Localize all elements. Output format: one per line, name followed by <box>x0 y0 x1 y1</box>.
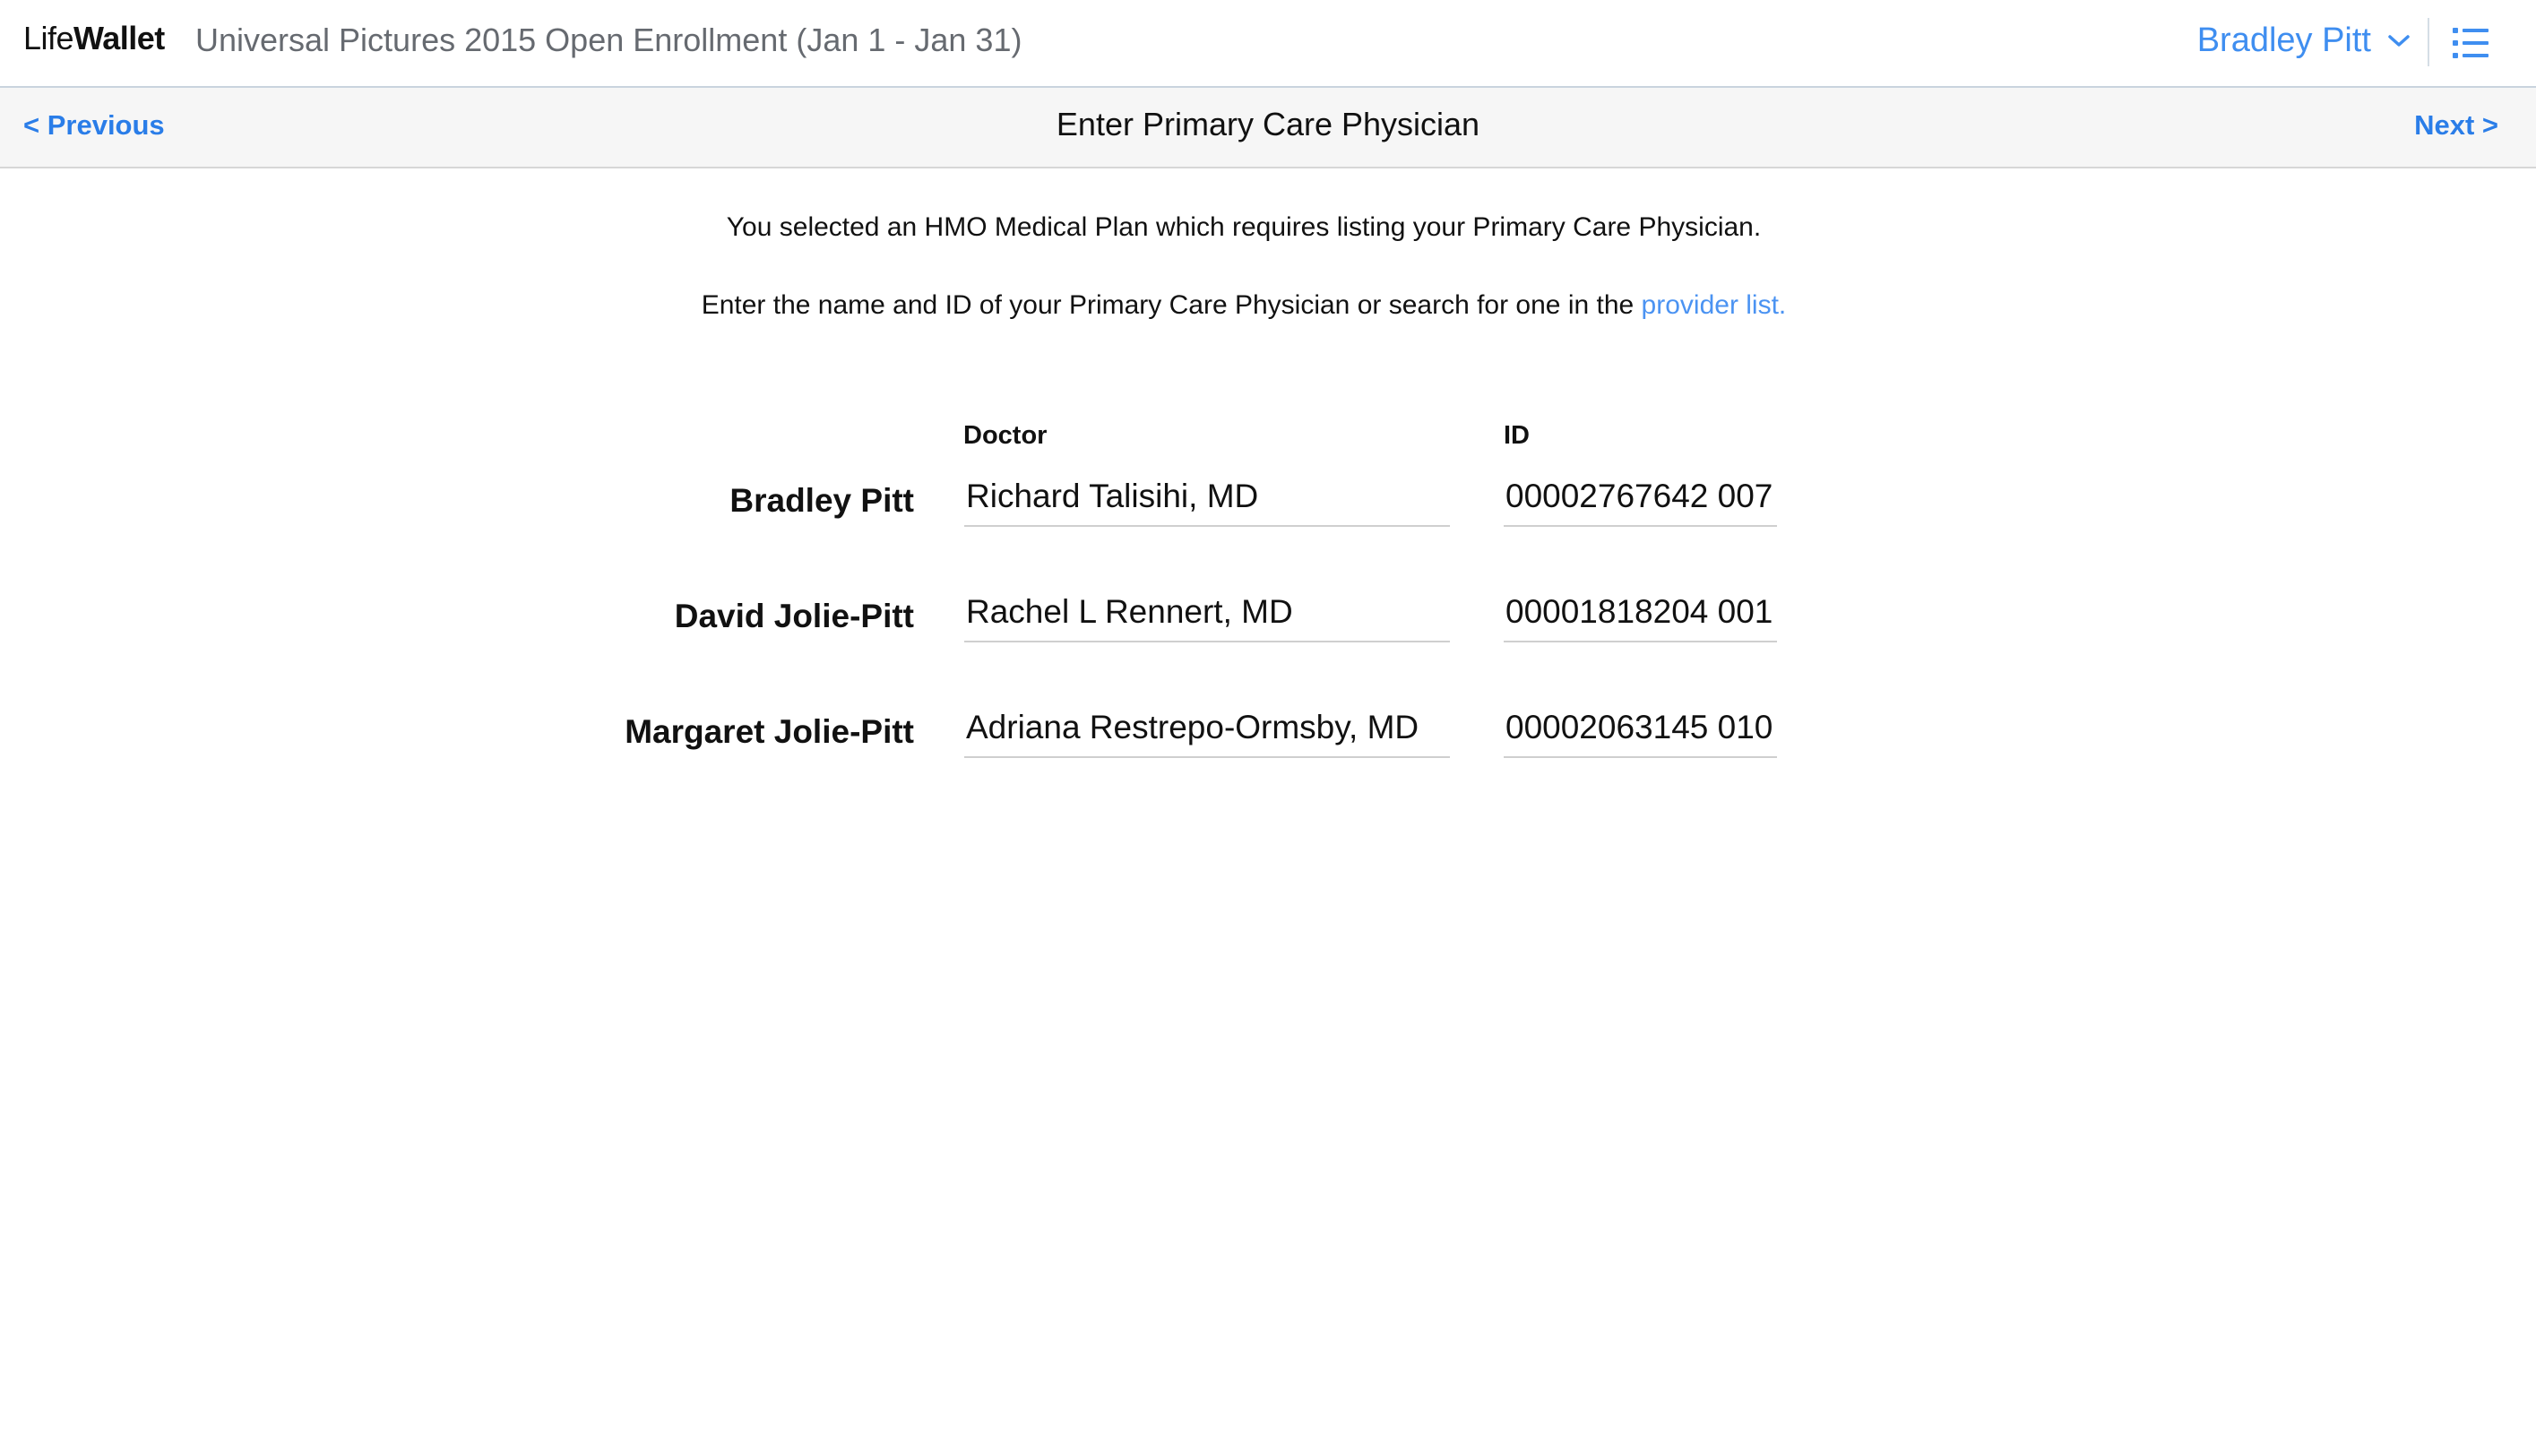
brand-suffix: Wallet <box>73 20 165 56</box>
enrollment-title: Universal Pictures 2015 Open Enrollment … <box>195 22 1022 58</box>
instruction-label: Enter the name and ID of your Primary Ca… <box>701 290 1642 320</box>
list-icon[interactable] <box>2451 25 2490 61</box>
doctor-name-input[interactable] <box>964 471 1450 527</box>
member-name: David Jolie-Pitt <box>674 598 914 634</box>
member-name: Margaret Jolie-Pitt <box>625 713 914 750</box>
user-menu[interactable]: Bradley Pitt <box>2197 22 2411 60</box>
member-row: Margaret Jolie-Pitt <box>0 702 2536 774</box>
doctor-id-input[interactable] <box>1504 587 1777 642</box>
doctor-id-input[interactable] <box>1504 702 1777 758</box>
app-logo[interactable]: LifeWallet <box>23 20 165 57</box>
step-nav-bar: < Previous Enter Primary Care Physician … <box>0 88 2536 168</box>
member-row: Bradley Pitt <box>0 471 2536 543</box>
next-button[interactable]: Next > <box>2414 109 2498 142</box>
top-bar: LifeWallet Universal Pictures 2015 Open … <box>0 0 2536 88</box>
user-name: Bradley Pitt <box>2196 22 2371 59</box>
instruction-text: Enter the name and ID of your Primary Ca… <box>0 290 2488 321</box>
member-row: David Jolie-Pitt <box>0 587 2536 659</box>
doctor-name-input[interactable] <box>964 702 1450 758</box>
intro-text: You selected an HMO Medical Plan which r… <box>726 212 1762 242</box>
doctor-id-input[interactable] <box>1504 471 1777 527</box>
page-title: Enter Primary Care Physician <box>1056 106 1480 142</box>
header-divider <box>2428 18 2429 66</box>
member-name: Bradley Pitt <box>729 482 914 519</box>
brand-prefix: Life <box>23 20 74 56</box>
doctor-name-input[interactable] <box>964 587 1450 642</box>
id-column-header: ID <box>1504 421 1530 450</box>
provider-list-link[interactable]: provider list. <box>1642 290 1787 320</box>
chevron-down-icon <box>2388 34 2410 47</box>
doctor-column-header: Doctor <box>963 421 1048 450</box>
